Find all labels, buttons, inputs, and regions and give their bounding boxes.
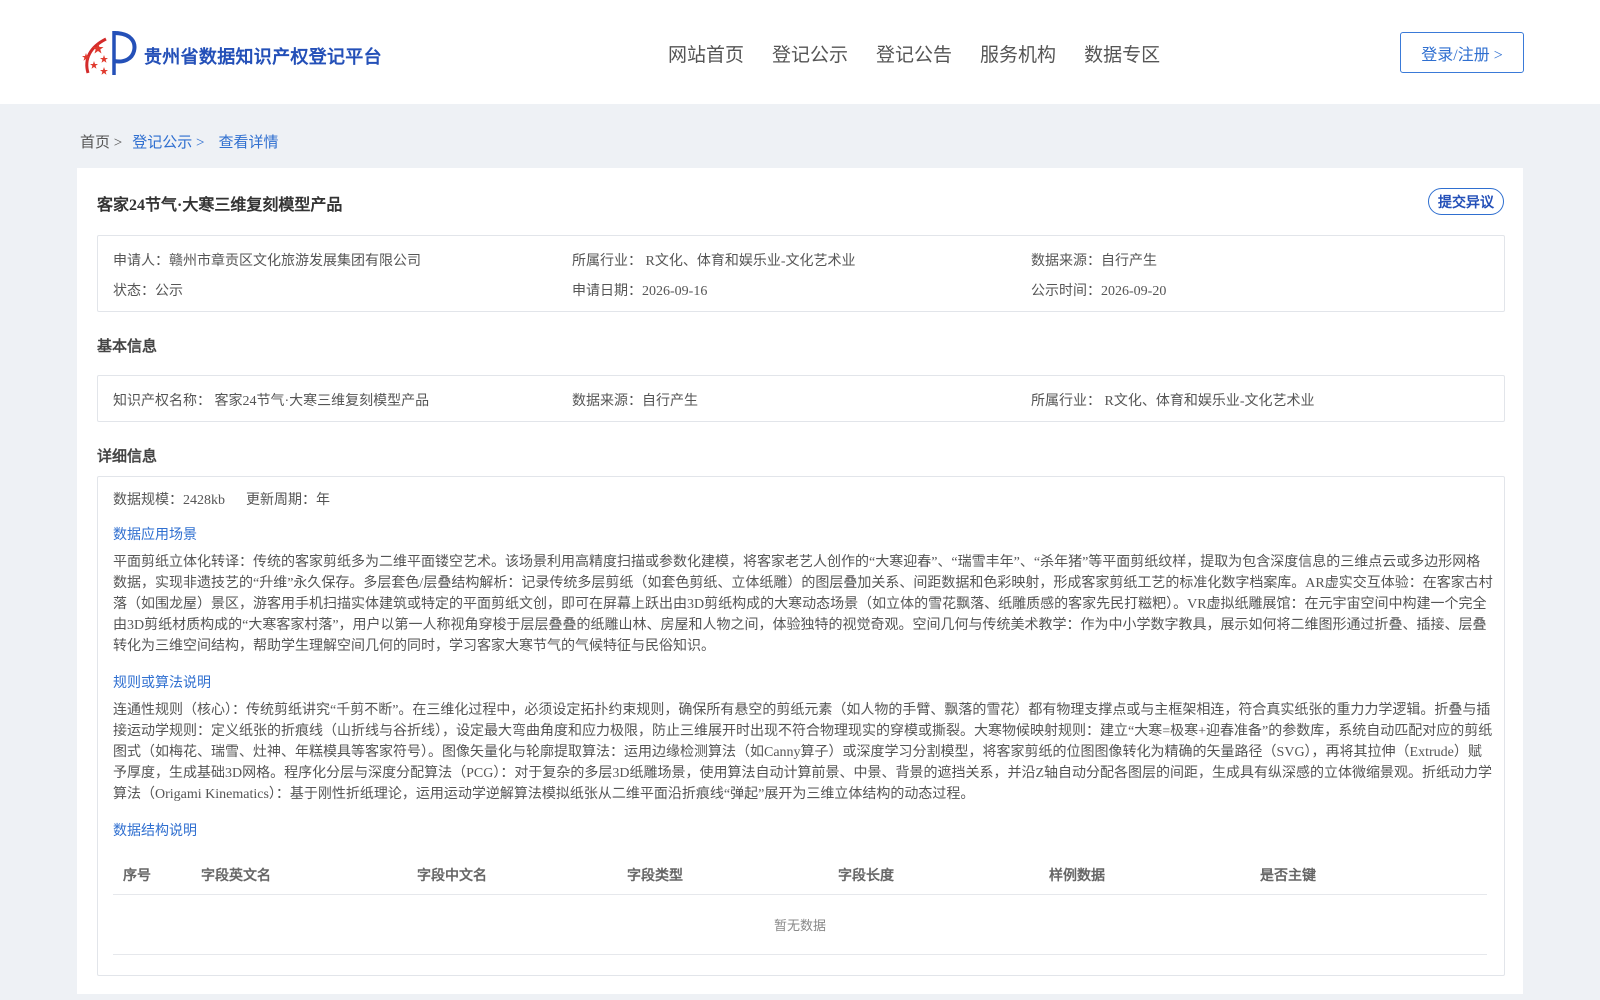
scenario-text: 平面剪纸立体化转译：传统的客家剪纸多为二维平面镂空艺术。该场景利用高精度扫描或参… bbox=[113, 555, 1493, 654]
empty-state: 暂无数据 bbox=[773, 918, 826, 933]
nav-service-agencies[interactable]: 服务机构 bbox=[980, 40, 1056, 67]
data-scale: 数据规模：2428kb bbox=[113, 493, 225, 508]
site-logo-icon[interactable] bbox=[80, 29, 138, 77]
update-period: 更新周期：年 bbox=[246, 493, 330, 508]
source-field: 数据来源：自行产生 bbox=[1031, 254, 1157, 269]
detail-info-box: 数据规模：2428kb 更新周期：年 数据应用场景 平面剪纸立体化转译：传统的客… bbox=[97, 476, 1505, 976]
structure-table: 序号 字段英文名 字段中文名 字段类型 字段长度 样例数据 是否主键 暂无数据 bbox=[113, 851, 1487, 955]
breadcrumb: 首页 > 登记公示 > 查看详情 bbox=[80, 131, 278, 152]
summary-box: 申请人：赣州市章贡区文化旅游发展集团有限公司 所属行业： R文化、体育和娱乐业-… bbox=[97, 235, 1505, 312]
main-nav: 网站首页 登记公示 登记公告 服务机构 数据专区 bbox=[668, 40, 1188, 67]
table-body: 暂无数据 bbox=[113, 895, 1487, 955]
nav-data-zone[interactable]: 数据专区 bbox=[1084, 40, 1160, 67]
nav-registration-announcement[interactable]: 登记公告 bbox=[876, 40, 952, 67]
col-sample: 样例数据 bbox=[1049, 869, 1105, 884]
ip-name-field: 知识产权名称： 客家24节气·大寒三维复刻模型产品 bbox=[113, 394, 430, 409]
publish-date-field: 公示时间：2026-09-20 bbox=[1031, 284, 1167, 299]
apply-date-field: 申请日期：2026-09-16 bbox=[572, 284, 708, 299]
record-title: 客家24节气·大寒三维复刻模型产品 bbox=[97, 197, 343, 214]
col-index: 序号 bbox=[123, 869, 151, 884]
site-title[interactable]: 贵州省数据知识产权登记平台 bbox=[144, 43, 382, 69]
detail-info-title: 详细信息 bbox=[97, 449, 158, 465]
col-type: 字段类型 bbox=[627, 869, 683, 884]
basic-info-title: 基本信息 bbox=[97, 339, 158, 355]
login-register-button[interactable]: 登录/注册 > bbox=[1400, 32, 1524, 73]
algorithm-text: 连通性规则（核心）：传统剪纸讲究“千剪不断”。在三维化过程中，必须设定拓扑约束规… bbox=[113, 703, 1493, 802]
nav-home[interactable]: 网站首页 bbox=[668, 40, 744, 67]
submit-objection-button[interactable]: 提交异议 bbox=[1428, 188, 1504, 215]
basic-info-box: 知识产权名称： 客家24节气·大寒三维复刻模型产品 数据来源：自行产生 所属行业… bbox=[97, 375, 1505, 422]
algorithm-title: 规则或算法说明 bbox=[113, 676, 211, 691]
breadcrumb-parent[interactable]: 登记公示 > bbox=[132, 131, 204, 152]
basic-source-field: 数据来源：自行产生 bbox=[572, 394, 698, 409]
nav-registration-publicity[interactable]: 登记公示 bbox=[772, 40, 848, 67]
col-chinese-name: 字段中文名 bbox=[417, 869, 487, 884]
col-length: 字段长度 bbox=[838, 869, 894, 884]
basic-industry-field: 所属行业： R文化、体育和娱乐业-文化艺术业 bbox=[1031, 394, 1315, 409]
col-primary-key: 是否主键 bbox=[1260, 869, 1316, 884]
applicant-field: 申请人：赣州市章贡区文化旅游发展集团有限公司 bbox=[113, 254, 421, 269]
col-english-name: 字段英文名 bbox=[201, 869, 271, 884]
breadcrumb-current: 查看详情 bbox=[218, 135, 279, 151]
status-field: 状态：公示 bbox=[113, 284, 183, 299]
scenario-title: 数据应用场景 bbox=[113, 528, 197, 543]
detail-card: 客家24节气·大寒三维复刻模型产品 提交异议 申请人：赣州市章贡区文化旅游发展集… bbox=[77, 168, 1523, 994]
breadcrumb-home[interactable]: 首页 > bbox=[80, 131, 122, 152]
table-header: 序号 字段英文名 字段中文名 字段类型 字段长度 样例数据 是否主键 bbox=[113, 851, 1487, 895]
structure-title: 数据结构说明 bbox=[113, 824, 197, 839]
industry-field: 所属行业： R文化、体育和娱乐业-文化艺术业 bbox=[572, 254, 856, 269]
top-header: 贵州省数据知识产权登记平台 网站首页 登记公示 登记公告 服务机构 数据专区 登… bbox=[0, 0, 1600, 104]
